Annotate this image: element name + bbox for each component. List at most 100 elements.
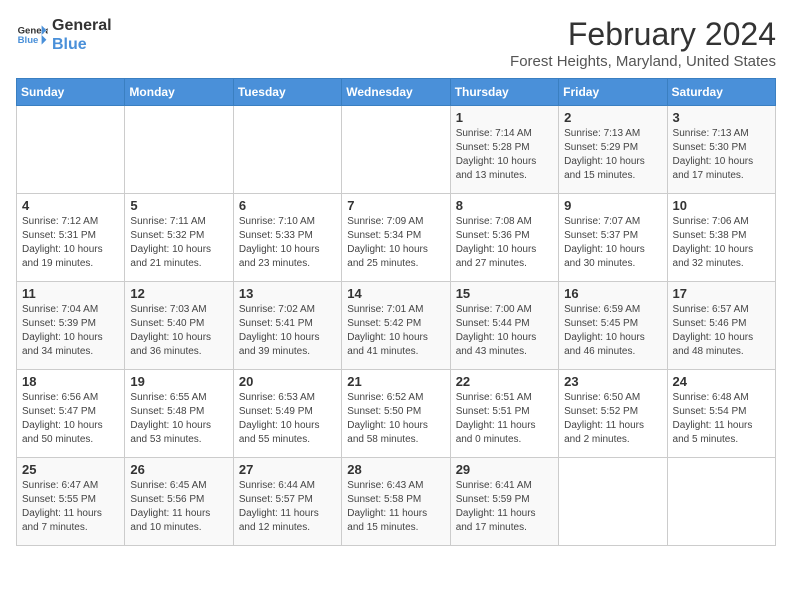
day-info: Sunrise: 7:01 AM Sunset: 5:42 PM Dayligh… <box>347 303 444 359</box>
day-info: Sunrise: 6:41 AM Sunset: 5:59 PM Dayligh… <box>456 479 553 535</box>
page-header: General Blue General Blue February 2024 … <box>16 16 776 70</box>
day-info: Sunrise: 6:51 AM Sunset: 5:51 PM Dayligh… <box>456 391 553 447</box>
day-info: Sunrise: 7:02 AM Sunset: 5:41 PM Dayligh… <box>239 303 336 359</box>
weekday-header-tuesday: Tuesday <box>233 79 341 106</box>
day-info: Sunrise: 7:00 AM Sunset: 5:44 PM Dayligh… <box>456 303 553 359</box>
day-info: Sunrise: 7:06 AM Sunset: 5:38 PM Dayligh… <box>673 215 770 271</box>
day-info: Sunrise: 6:57 AM Sunset: 5:46 PM Dayligh… <box>673 303 770 359</box>
day-number: 29 <box>456 462 553 477</box>
day-info: Sunrise: 6:53 AM Sunset: 5:49 PM Dayligh… <box>239 391 336 447</box>
calendar-cell: 15 Sunrise: 7:00 AM Sunset: 5:44 PM Dayli… <box>450 282 558 370</box>
day-number: 24 <box>673 374 770 389</box>
day-number: 16 <box>564 286 661 301</box>
calendar-cell: 7 Sunrise: 7:09 AM Sunset: 5:34 PM Daylig… <box>342 194 450 282</box>
day-info: Sunrise: 7:08 AM Sunset: 5:36 PM Dayligh… <box>456 215 553 271</box>
calendar-cell: 9Sunrise: 7:07 AM Sunset: 5:37 PM Daylig… <box>559 194 667 282</box>
day-number: 2 <box>564 110 661 125</box>
day-info: Sunrise: 6:55 AM Sunset: 5:48 PM Dayligh… <box>130 391 227 447</box>
day-number: 14 <box>347 286 444 301</box>
logo-line2: Blue <box>52 35 112 54</box>
weekday-header-wednesday: Wednesday <box>342 79 450 106</box>
day-info: Sunrise: 6:45 AM Sunset: 5:56 PM Dayligh… <box>130 479 227 535</box>
calendar-cell: 11 Sunrise: 7:04 AM Sunset: 5:39 PM Dayli… <box>17 282 125 370</box>
logo-icon: General Blue <box>16 19 48 51</box>
logo: General Blue General Blue <box>16 16 112 54</box>
calendar-cell: 12 Sunrise: 7:03 AM Sunset: 5:40 PM Dayli… <box>125 282 233 370</box>
day-number: 22 <box>456 374 553 389</box>
calendar-cell: 8 Sunrise: 7:08 AM Sunset: 5:36 PM Daylig… <box>450 194 558 282</box>
day-info: Sunrise: 6:50 AM Sunset: 5:52 PM Dayligh… <box>564 391 661 447</box>
calendar-cell: 14 Sunrise: 7:01 AM Sunset: 5:42 PM Dayli… <box>342 282 450 370</box>
calendar-cell: 10 Sunrise: 7:06 AM Sunset: 5:38 PM Dayli… <box>667 194 775 282</box>
calendar-cell: 21 Sunrise: 6:52 AM Sunset: 5:50 PM Dayli… <box>342 370 450 458</box>
day-number: 28 <box>347 462 444 477</box>
day-number: 12 <box>130 286 227 301</box>
calendar-cell: 23 Sunrise: 6:50 AM Sunset: 5:52 PM Dayli… <box>559 370 667 458</box>
calendar-cell: 2 Sunrise: 7:13 AM Sunset: 5:29 PM Daylig… <box>559 106 667 194</box>
day-number: 20 <box>239 374 336 389</box>
day-number: 10 <box>673 198 770 213</box>
day-number: 13 <box>239 286 336 301</box>
day-info: Sunrise: 7:13 AM Sunset: 5:29 PM Dayligh… <box>564 127 661 183</box>
weekday-header-friday: Friday <box>559 79 667 106</box>
calendar-table: SundayMondayTuesdayWednesdayThursdayFrid… <box>16 78 776 546</box>
calendar-cell: 16Sunrise: 6:59 AM Sunset: 5:45 PM Dayli… <box>559 282 667 370</box>
calendar-cell: 3 Sunrise: 7:13 AM Sunset: 5:30 PM Daylig… <box>667 106 775 194</box>
calendar-cell: 1Sunrise: 7:14 AM Sunset: 5:28 PM Daylig… <box>450 106 558 194</box>
calendar-cell <box>342 106 450 194</box>
location: Forest Heights, Maryland, United States <box>510 53 776 70</box>
calendar-cell <box>667 458 775 546</box>
weekday-header-sunday: Sunday <box>17 79 125 106</box>
day-number: 1 <box>456 110 553 125</box>
day-info: Sunrise: 7:10 AM Sunset: 5:33 PM Dayligh… <box>239 215 336 271</box>
day-number: 11 <box>22 286 119 301</box>
day-info: Sunrise: 6:56 AM Sunset: 5:47 PM Dayligh… <box>22 391 119 447</box>
day-number: 5 <box>130 198 227 213</box>
calendar-cell: 28 Sunrise: 6:43 AM Sunset: 5:58 PM Dayli… <box>342 458 450 546</box>
day-number: 15 <box>456 286 553 301</box>
day-number: 25 <box>22 462 119 477</box>
calendar-cell: 6 Sunrise: 7:10 AM Sunset: 5:33 PM Daylig… <box>233 194 341 282</box>
day-number: 6 <box>239 198 336 213</box>
weekday-header-thursday: Thursday <box>450 79 558 106</box>
day-info: Sunrise: 7:12 AM Sunset: 5:31 PM Dayligh… <box>22 215 119 271</box>
day-info: Sunrise: 6:52 AM Sunset: 5:50 PM Dayligh… <box>347 391 444 447</box>
day-number: 3 <box>673 110 770 125</box>
calendar-cell: 22 Sunrise: 6:51 AM Sunset: 5:51 PM Dayli… <box>450 370 558 458</box>
weekday-header-monday: Monday <box>125 79 233 106</box>
calendar-cell: 18 Sunrise: 6:56 AM Sunset: 5:47 PM Dayli… <box>17 370 125 458</box>
calendar-cell: 26Sunrise: 6:45 AM Sunset: 5:56 PM Dayli… <box>125 458 233 546</box>
day-info: Sunrise: 7:11 AM Sunset: 5:32 PM Dayligh… <box>130 215 227 271</box>
calendar-cell: 19Sunrise: 6:55 AM Sunset: 5:48 PM Dayli… <box>125 370 233 458</box>
title-block: February 2024 Forest Heights, Maryland, … <box>510 16 776 70</box>
day-number: 4 <box>22 198 119 213</box>
day-info: Sunrise: 7:13 AM Sunset: 5:30 PM Dayligh… <box>673 127 770 183</box>
calendar-cell <box>559 458 667 546</box>
day-info: Sunrise: 6:43 AM Sunset: 5:58 PM Dayligh… <box>347 479 444 535</box>
day-number: 23 <box>564 374 661 389</box>
day-info: Sunrise: 7:09 AM Sunset: 5:34 PM Dayligh… <box>347 215 444 271</box>
day-info: Sunrise: 6:48 AM Sunset: 5:54 PM Dayligh… <box>673 391 770 447</box>
calendar-cell: 20 Sunrise: 6:53 AM Sunset: 5:49 PM Dayli… <box>233 370 341 458</box>
calendar-cell: 25 Sunrise: 6:47 AM Sunset: 5:55 PM Dayli… <box>17 458 125 546</box>
logo-line1: General <box>52 16 112 35</box>
weekday-header-saturday: Saturday <box>667 79 775 106</box>
calendar-cell <box>233 106 341 194</box>
day-number: 21 <box>347 374 444 389</box>
calendar-cell: 24 Sunrise: 6:48 AM Sunset: 5:54 PM Dayli… <box>667 370 775 458</box>
calendar-cell: 5 Sunrise: 7:11 AM Sunset: 5:32 PM Daylig… <box>125 194 233 282</box>
calendar-cell <box>17 106 125 194</box>
calendar-cell: 29 Sunrise: 6:41 AM Sunset: 5:59 PM Dayli… <box>450 458 558 546</box>
calendar-cell: 4 Sunrise: 7:12 AM Sunset: 5:31 PM Daylig… <box>17 194 125 282</box>
svg-text:Blue: Blue <box>18 35 39 46</box>
day-info: Sunrise: 7:03 AM Sunset: 5:40 PM Dayligh… <box>130 303 227 359</box>
day-number: 18 <box>22 374 119 389</box>
calendar-cell <box>125 106 233 194</box>
day-number: 8 <box>456 198 553 213</box>
day-info: Sunrise: 6:47 AM Sunset: 5:55 PM Dayligh… <box>22 479 119 535</box>
day-number: 17 <box>673 286 770 301</box>
day-number: 7 <box>347 198 444 213</box>
month-title: February 2024 <box>510 16 776 53</box>
day-info: Sunrise: 7:04 AM Sunset: 5:39 PM Dayligh… <box>22 303 119 359</box>
calendar-cell: 17 Sunrise: 6:57 AM Sunset: 5:46 PM Dayli… <box>667 282 775 370</box>
